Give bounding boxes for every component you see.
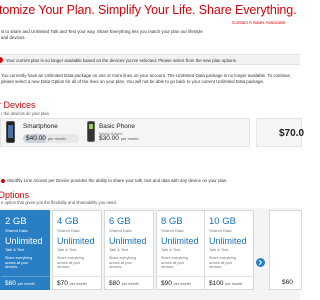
devices-total-price: $70.0 <box>279 128 305 139</box>
plan-data-amount: 10 GB <box>209 216 236 227</box>
plan-talk-text-label: Talk & Text <box>109 247 129 252</box>
alert-dot-icon <box>0 57 3 63</box>
plan-price-row: $80 per month <box>105 276 153 289</box>
plan-talk-text: Unlimited <box>109 236 147 246</box>
plan-card-4gb[interactable]: 4 GB Shared Data Unlimited Talk & Text S… <box>52 210 102 290</box>
info-dot-icon <box>1 178 5 183</box>
device-price-period: per month <box>120 136 139 141</box>
next-plans-button[interactable] <box>256 258 265 267</box>
intro-text: is to share and Unlimited Talk and Text … <box>1 29 203 40</box>
plan-data-type: Shared Data <box>161 228 184 233</box>
plan-data-type: Shared Data <box>209 228 232 233</box>
options-section-subtitle: e option that gives you the flexibility … <box>1 200 117 205</box>
plan-card-2gb[interactable]: 2 GB Shared Data Unlimited Talk & Text S… <box>0 210 50 290</box>
plan-card-partial[interactable]: $60 <box>269 210 302 290</box>
plan-data-type: Shared Data <box>109 228 132 233</box>
plan-price: $80 per month <box>109 280 139 287</box>
devices-panel: Smartphone $40.00 per month Basic Phone … <box>0 118 250 147</box>
device-name: Smartphone <box>23 123 58 130</box>
plan-price-row: $90 per month <box>157 276 205 289</box>
device-price: $30.00 per month <box>99 135 139 142</box>
plan-price-row: $60 per month <box>1 276 49 289</box>
smartphone-image <box>6 121 15 143</box>
plan-talk-text-label: Talk & Text <box>161 247 181 252</box>
plan-description: Share everything across all your devices… <box>5 256 33 270</box>
plan-card-6gb[interactable]: 6 GB Shared Data Unlimited Talk & Text S… <box>104 210 154 290</box>
plan-price-value: $100 <box>209 280 224 287</box>
line-access-note: Monthly Line Access per Device provides … <box>1 178 228 183</box>
plan-talk-text: Unlimited <box>209 236 247 246</box>
plan-price: $70 per month <box>57 280 87 287</box>
plan-notice-bar: Your current plan is no longer available… <box>0 54 300 65</box>
page-header: tomize Your Plan. Simplify Your Life. Sh… <box>0 2 300 25</box>
plan-talk-text: Unlimited <box>161 236 199 246</box>
plan-data-type: Shared Data <box>5 228 28 233</box>
plan-price-period: per month <box>225 282 243 286</box>
devices-section-title: r Devices <box>0 100 36 110</box>
contact-sales-link[interactable]: Contact A Sales Associate <box>232 20 285 25</box>
device-price-value: $30.00 <box>99 135 119 142</box>
plan-price-value: $80 <box>109 280 120 287</box>
plan-card-8gb[interactable]: 8 GB Shared Data Unlimited Talk & Text S… <box>156 210 206 290</box>
plan-price: $100 per month <box>209 280 242 287</box>
plan-data-amount: 2 GB <box>5 216 27 227</box>
device-name: Basic Phone <box>99 123 135 130</box>
device-price-period: per month <box>47 136 66 141</box>
plan-notice-text: Your current plan is no longer available… <box>6 57 238 63</box>
plan-description: Share everything across all your devices… <box>109 256 137 270</box>
unlimited-data-notice: You currently have an Unlimited Data pac… <box>1 73 292 85</box>
options-section-title: Options <box>0 190 30 200</box>
plan-description: Share everything across all your devices… <box>57 256 85 270</box>
plan-data-type: Shared Data <box>57 228 80 233</box>
basic-phone-image <box>87 121 95 142</box>
device-price-value: $40.00 <box>26 135 46 142</box>
plan-data-amount: 8 GB <box>161 216 183 227</box>
plan-description: Share everything across all your devices… <box>209 256 237 270</box>
device-basic-phone[interactable]: Basic Phone Newly Added $30.00 per month <box>87 119 197 148</box>
plan-price-row: $100 per month <box>205 276 253 289</box>
plan-price-value: $70 <box>57 280 68 287</box>
plan-price-row: $70 per month <box>53 276 101 289</box>
plan-price: $60 per month <box>5 280 35 287</box>
devices-section-subtitle: r the devices on your plan <box>1 111 49 116</box>
partial-plan-price: $60 <box>282 279 293 286</box>
plan-price-value: $60 <box>5 280 16 287</box>
plan-data-amount: 4 GB <box>57 216 79 227</box>
devices-total: $70.0 <box>256 118 305 147</box>
device-price: $40.00 per month <box>26 135 66 142</box>
plan-price-value: $90 <box>161 280 172 287</box>
page-title: tomize Your Plan. Simplify Your Life. Sh… <box>0 3 297 17</box>
plan-talk-text: Unlimited <box>57 236 95 246</box>
plan-talk-text-label: Talk & Text <box>5 247 25 252</box>
plan-price-period: per month <box>17 282 35 286</box>
chevron-right-icon <box>259 260 262 265</box>
plan-talk-text-label: Talk & Text <box>57 247 77 252</box>
plan-price-period: per month <box>69 282 87 286</box>
plan-talk-text-label: Talk & Text <box>209 247 229 252</box>
plan-talk-text: Unlimited <box>5 236 43 246</box>
plan-price-period: per month <box>173 282 191 286</box>
plan-price: $90 per month <box>161 280 191 287</box>
plan-price-period: per month <box>121 282 139 286</box>
line-access-text: Monthly Line Access per Device provides … <box>7 178 228 183</box>
plan-card-10gb[interactable]: 10 GB Shared Data Unlimited Talk & Text … <box>204 210 254 290</box>
plan-data-amount: 6 GB <box>109 216 131 227</box>
plan-description: Share everything across all your devices… <box>161 256 189 270</box>
